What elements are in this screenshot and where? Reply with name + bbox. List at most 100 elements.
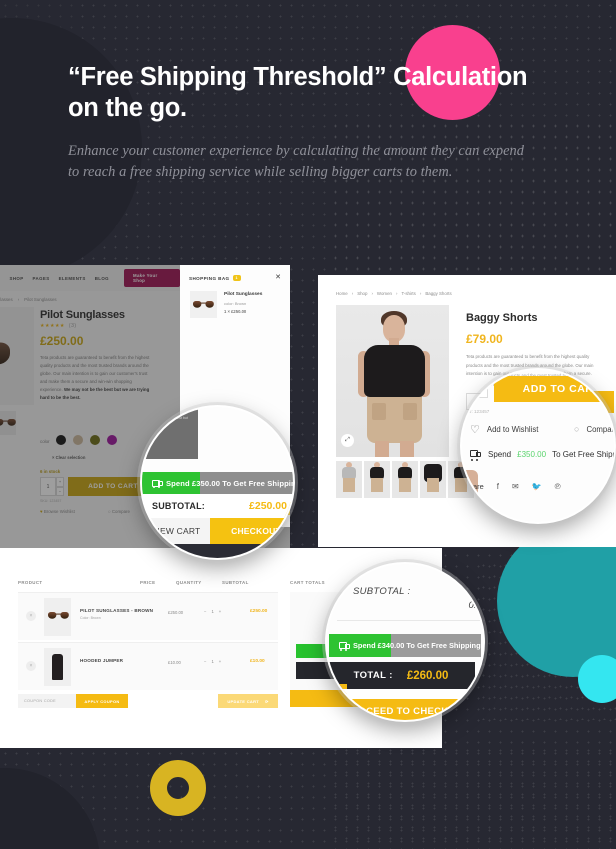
breadcrumb-tshirts[interactable]: T-shirts xyxy=(401,291,415,296)
magnifier-product-shipping: highest quality products and the most tr… xyxy=(460,368,616,524)
hero-text-block: “Free Shipping Threshold” Calculation on… xyxy=(68,62,528,182)
cart-item-quantity[interactable]: −1 + xyxy=(204,609,221,614)
shop-thumbnail-3[interactable] xyxy=(392,461,418,498)
cart-item-subtotal: £250.00 xyxy=(250,609,268,614)
compare-label: Compare xyxy=(586,424,616,434)
truck-icon xyxy=(470,450,482,461)
email-icon[interactable]: ✉ xyxy=(512,482,519,491)
proceed-to-checkout-button[interactable]: PROCEED TO CHECKOUT xyxy=(327,699,483,720)
column-price: PRICE xyxy=(140,580,156,585)
add-to-wishlist-link[interactable]: ♡ Add to Wishlist xyxy=(470,422,590,436)
breadcrumb-women[interactable]: Women xyxy=(377,291,392,296)
decorative-cyan-circle xyxy=(578,655,616,703)
column-quantity: QUANTITY xyxy=(176,580,202,585)
expand-icon[interactable]: ⤢ xyxy=(341,434,354,447)
magnifier-cart-totals: TOTALS SUBTOTAL : £26 0.00 Spend £340.00… xyxy=(325,562,485,722)
model-pocket-left xyxy=(372,403,386,420)
cart-item-thumbnail[interactable] xyxy=(44,648,71,686)
shop-thumbnail-1[interactable] xyxy=(336,461,362,498)
promo-banner: “Free Shipping Threshold” Calculation on… xyxy=(0,0,616,849)
shop-product-price: £79.00 xyxy=(466,332,503,346)
total-row: TOTAL : £260.00 xyxy=(327,662,475,689)
page-title: “Free Shipping Threshold” Calculation on… xyxy=(68,63,528,122)
checkout-button[interactable]: CHECKOUT xyxy=(210,518,293,544)
compare-link[interactable]: ○ Compare xyxy=(574,422,616,436)
totals-gap xyxy=(327,689,483,699)
shipping-prefix: Spend xyxy=(488,450,512,459)
twitter-icon[interactable]: 🐦 xyxy=(532,482,542,491)
qty-value: 1 xyxy=(211,659,214,664)
product-main-image[interactable]: ⤢ xyxy=(336,305,449,457)
quantity-decrease-button[interactable]: − xyxy=(466,380,488,398)
remove-item-icon[interactable]: × xyxy=(26,661,36,671)
facebook-icon[interactable]: f xyxy=(497,482,499,491)
magnified-page-dim-context: intention is to them a secure We may not… xyxy=(142,407,198,459)
cart-item-name[interactable]: PILOT SUNGLASSES - BROWN xyxy=(80,608,153,613)
apply-coupon-button[interactable]: APPLY COUPON xyxy=(76,694,128,708)
cart-table-header: PRODUCT PRICE QUANTITY SUBTOTAL xyxy=(18,580,278,585)
shop-thumbnail-4[interactable] xyxy=(420,461,446,498)
heart-outline-icon: ♡ xyxy=(470,423,480,436)
remove-item-icon[interactable]: × xyxy=(26,611,36,621)
bag-item-name[interactable]: Pilot Sunglasses xyxy=(224,292,262,297)
cart-item-subtotal: £10.00 xyxy=(250,659,265,664)
free-shipping-message: Spend £340.00 To Get Free Shipping xyxy=(339,634,481,657)
subtotal-value-part1: £26 xyxy=(471,587,483,598)
shopping-bag-title: SHOPPING BAG xyxy=(189,276,230,281)
magnified-description-fragment: intention is to them a secure We may not… xyxy=(144,410,189,421)
sep2: › xyxy=(371,291,373,296)
breadcrumb-home[interactable]: Home xyxy=(336,291,348,296)
update-cart-label: UPDATE CART xyxy=(227,698,259,704)
free-shipping-progress-bar: Spend £340.00 To Get Free Shipping xyxy=(329,634,481,657)
bag-item-thumbnail xyxy=(190,291,217,318)
update-cart-button[interactable]: UPDATE CART ⟳ xyxy=(218,694,278,708)
dot-pattern-bottom-right xyxy=(330,745,616,849)
shop-thumbnail-strip[interactable] xyxy=(336,461,474,498)
magnifier-mini-cart-content: intention is to them a secure We may not… xyxy=(142,407,293,558)
decorative-yellow-ring xyxy=(150,760,206,816)
cart-item-name[interactable]: HOODED JUMPER xyxy=(80,658,123,663)
breadcrumb-shop[interactable]: Shop xyxy=(357,291,367,296)
bag-item-quantity-price: 1 × £250.00 xyxy=(224,309,247,314)
shopping-bag-count-badge: 1 xyxy=(232,275,241,281)
free-shipping-message: Spend £350.00 To Get Free Shipping xyxy=(470,450,614,461)
page-edge-shadow xyxy=(142,544,293,558)
model-leg-left xyxy=(375,441,389,457)
share-label: Share xyxy=(464,482,484,491)
page-subtitle: Enhance your customer experience by calc… xyxy=(68,143,525,180)
total-label: TOTAL : xyxy=(353,670,393,681)
magnifier-product-content: highest quality products and the most tr… xyxy=(462,370,614,522)
shop-product-title: Baggy Shorts xyxy=(466,312,538,324)
subtotal-label: SUBTOTAL: xyxy=(152,501,205,511)
free-shipping-message: Spend £350.00 To Get Free Shipping xyxy=(152,472,295,494)
sep4: › xyxy=(419,291,422,296)
subtotal-value: £26 0.00 xyxy=(457,586,484,612)
view-cart-button[interactable]: VIEW CART xyxy=(142,518,210,544)
column-product: PRODUCT xyxy=(18,580,43,585)
sep3: › xyxy=(395,291,398,296)
breadcrumb-baggy-shorts: Baggy Shorts xyxy=(425,291,452,296)
pinterest-icon[interactable]: ℗ xyxy=(555,482,561,491)
shop-thumbnail-2[interactable] xyxy=(364,461,390,498)
truck-icon xyxy=(339,642,350,651)
table-row: × HOODED JUMPER £10.00 −1 + £10.00 xyxy=(18,642,278,690)
refresh-icon: ⟳ xyxy=(265,698,269,704)
free-shipping-text: Spend £350.00 To Get Free Shipping xyxy=(166,478,295,488)
cart-item-price: £250.00 xyxy=(168,610,184,615)
coupon-input[interactable]: COUPON CODE xyxy=(18,694,76,708)
cart-totals-header: CART TOTALS xyxy=(290,580,325,585)
subtotal-value-part2: 0.00 xyxy=(468,600,484,611)
divider xyxy=(337,620,483,621)
cart-item-price: £10.00 xyxy=(168,660,181,665)
cart-item-quantity[interactable]: −1 + xyxy=(204,659,221,664)
cart-totals-context-label: TOTALS xyxy=(329,582,348,587)
share-row: Share f ✉ 🐦 ℗ xyxy=(464,482,561,491)
qty-value: 1 xyxy=(211,609,214,614)
subtotal-value: £250.00 xyxy=(249,500,287,512)
circle-icon: ○ xyxy=(574,424,580,434)
cart-item-variant: Color: Brown xyxy=(80,616,101,620)
close-icon[interactable]: ✕ xyxy=(275,273,281,281)
cart-item-thumbnail[interactable] xyxy=(44,598,71,636)
free-shipping-text: Spend £340.00 To Get Free Shipping xyxy=(353,641,481,650)
add-to-cart-button[interactable]: ADD TO CART xyxy=(494,376,614,402)
